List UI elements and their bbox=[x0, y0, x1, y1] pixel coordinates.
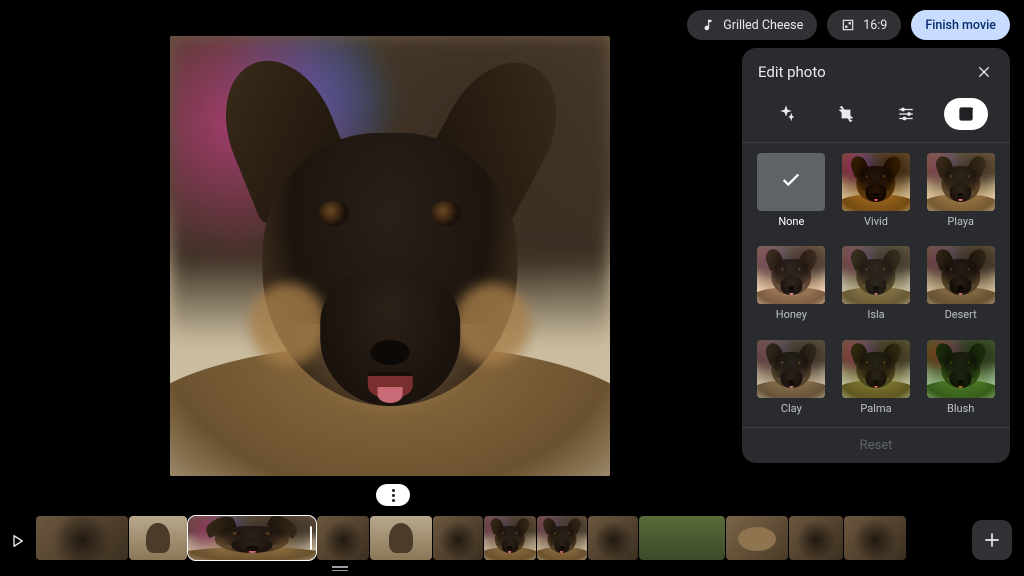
clip-thumbnail bbox=[726, 516, 788, 560]
filter-none[interactable]: None bbox=[756, 153, 827, 240]
aspect-chip[interactable]: 16:9 bbox=[827, 10, 901, 40]
filter-thumbnail bbox=[927, 153, 995, 211]
filter-thumbnail bbox=[842, 153, 910, 211]
clip-drag-handle[interactable] bbox=[330, 566, 350, 572]
filter-isla[interactable]: Isla bbox=[841, 246, 912, 333]
filters-icon bbox=[957, 105, 975, 123]
filter-vivid[interactable]: Vivid bbox=[841, 153, 912, 240]
clip-thumbnail bbox=[188, 516, 316, 560]
filter-playa[interactable]: Playa bbox=[925, 153, 996, 240]
aspect-ratio-icon bbox=[841, 18, 855, 32]
clip-thumbnail bbox=[370, 516, 432, 560]
play-button[interactable] bbox=[8, 532, 26, 550]
tab-adjust[interactable] bbox=[884, 98, 928, 130]
timeline-clip[interactable] bbox=[188, 516, 316, 560]
clip-more-button[interactable] bbox=[376, 484, 410, 506]
plus-icon bbox=[982, 530, 1002, 550]
timeline-clip[interactable] bbox=[537, 516, 587, 560]
sparkle-icon bbox=[777, 105, 795, 123]
timeline-clip[interactable] bbox=[433, 516, 483, 560]
close-panel-button[interactable] bbox=[974, 62, 994, 82]
timeline-clip[interactable] bbox=[484, 516, 536, 560]
play-icon bbox=[8, 532, 26, 550]
filter-label: Blush bbox=[947, 402, 974, 415]
clip-thumbnail bbox=[129, 516, 187, 560]
clip-thumbnail bbox=[433, 516, 483, 560]
filter-thumbnail bbox=[927, 340, 995, 398]
filter-label: Vivid bbox=[864, 215, 888, 228]
filter-label: Playa bbox=[947, 215, 974, 228]
movie-timeline[interactable] bbox=[36, 514, 968, 562]
panel-title: Edit photo bbox=[758, 63, 826, 81]
filter-honey[interactable]: Honey bbox=[756, 246, 827, 333]
clip-thumbnail bbox=[639, 516, 725, 560]
filter-label: Isla bbox=[867, 308, 884, 321]
add-clip-button[interactable] bbox=[972, 520, 1012, 560]
clip-thumbnail bbox=[537, 516, 587, 560]
finish-movie-button[interactable]: Finish movie bbox=[911, 10, 1010, 40]
filter-thumbnail bbox=[757, 246, 825, 304]
timeline-clip[interactable] bbox=[36, 516, 128, 560]
filter-palma[interactable]: Palma bbox=[841, 340, 912, 427]
timeline-clip[interactable] bbox=[639, 516, 725, 560]
reset-button: Reset bbox=[742, 427, 1010, 463]
tab-filters[interactable] bbox=[944, 98, 988, 130]
filter-label: None bbox=[778, 215, 804, 228]
sliders-icon bbox=[897, 105, 915, 123]
filter-blush[interactable]: Blush bbox=[925, 340, 996, 427]
filter-clay[interactable]: Clay bbox=[756, 340, 827, 427]
filter-thumbnail bbox=[757, 153, 825, 211]
tab-suggestions[interactable] bbox=[764, 98, 808, 130]
timeline-clip[interactable] bbox=[588, 516, 638, 560]
clip-thumbnail bbox=[36, 516, 128, 560]
timeline-clip[interactable] bbox=[370, 516, 432, 560]
timeline-clip[interactable] bbox=[789, 516, 843, 560]
music-note-icon bbox=[701, 18, 715, 32]
clip-thumbnail bbox=[588, 516, 638, 560]
clip-thumbnail bbox=[844, 516, 906, 560]
music-chip[interactable]: Grilled Cheese bbox=[687, 10, 817, 40]
filter-thumbnail bbox=[842, 246, 910, 304]
clip-thumbnail bbox=[789, 516, 843, 560]
filter-label: Desert bbox=[945, 308, 977, 321]
top-actions: Grilled Cheese 16:9 Finish movie bbox=[687, 10, 1010, 40]
timeline-clip[interactable] bbox=[726, 516, 788, 560]
edit-photo-panel: Edit photo None Vivid Playa Honey Isla Desert… bbox=[742, 48, 1010, 463]
music-label: Grilled Cheese bbox=[723, 18, 803, 33]
checkmark-icon bbox=[780, 169, 802, 195]
filter-thumbnail bbox=[927, 246, 995, 304]
filter-grid[interactable]: None Vivid Playa Honey Isla Desert Clay Palma Bl… bbox=[742, 143, 1010, 427]
photo-preview[interactable] bbox=[170, 36, 610, 476]
crop-rotate-icon bbox=[837, 105, 855, 123]
tab-crop[interactable] bbox=[824, 98, 868, 130]
timeline-clip[interactable] bbox=[844, 516, 906, 560]
timeline-clip[interactable] bbox=[129, 516, 187, 560]
clip-thumbnail bbox=[484, 516, 536, 560]
filter-label: Honey bbox=[776, 308, 807, 321]
edit-tool-tabs bbox=[742, 92, 1010, 143]
filter-thumbnail bbox=[757, 340, 825, 398]
aspect-label: 16:9 bbox=[863, 18, 887, 33]
timeline-clip[interactable] bbox=[317, 516, 369, 560]
clip-thumbnail bbox=[317, 516, 369, 560]
filter-label: Palma bbox=[860, 402, 891, 415]
filter-label: Clay bbox=[781, 402, 802, 415]
filter-desert[interactable]: Desert bbox=[925, 246, 996, 333]
finish-label: Finish movie bbox=[925, 18, 996, 33]
close-icon bbox=[976, 64, 992, 80]
more-vert-icon bbox=[392, 489, 395, 502]
filter-thumbnail bbox=[842, 340, 910, 398]
